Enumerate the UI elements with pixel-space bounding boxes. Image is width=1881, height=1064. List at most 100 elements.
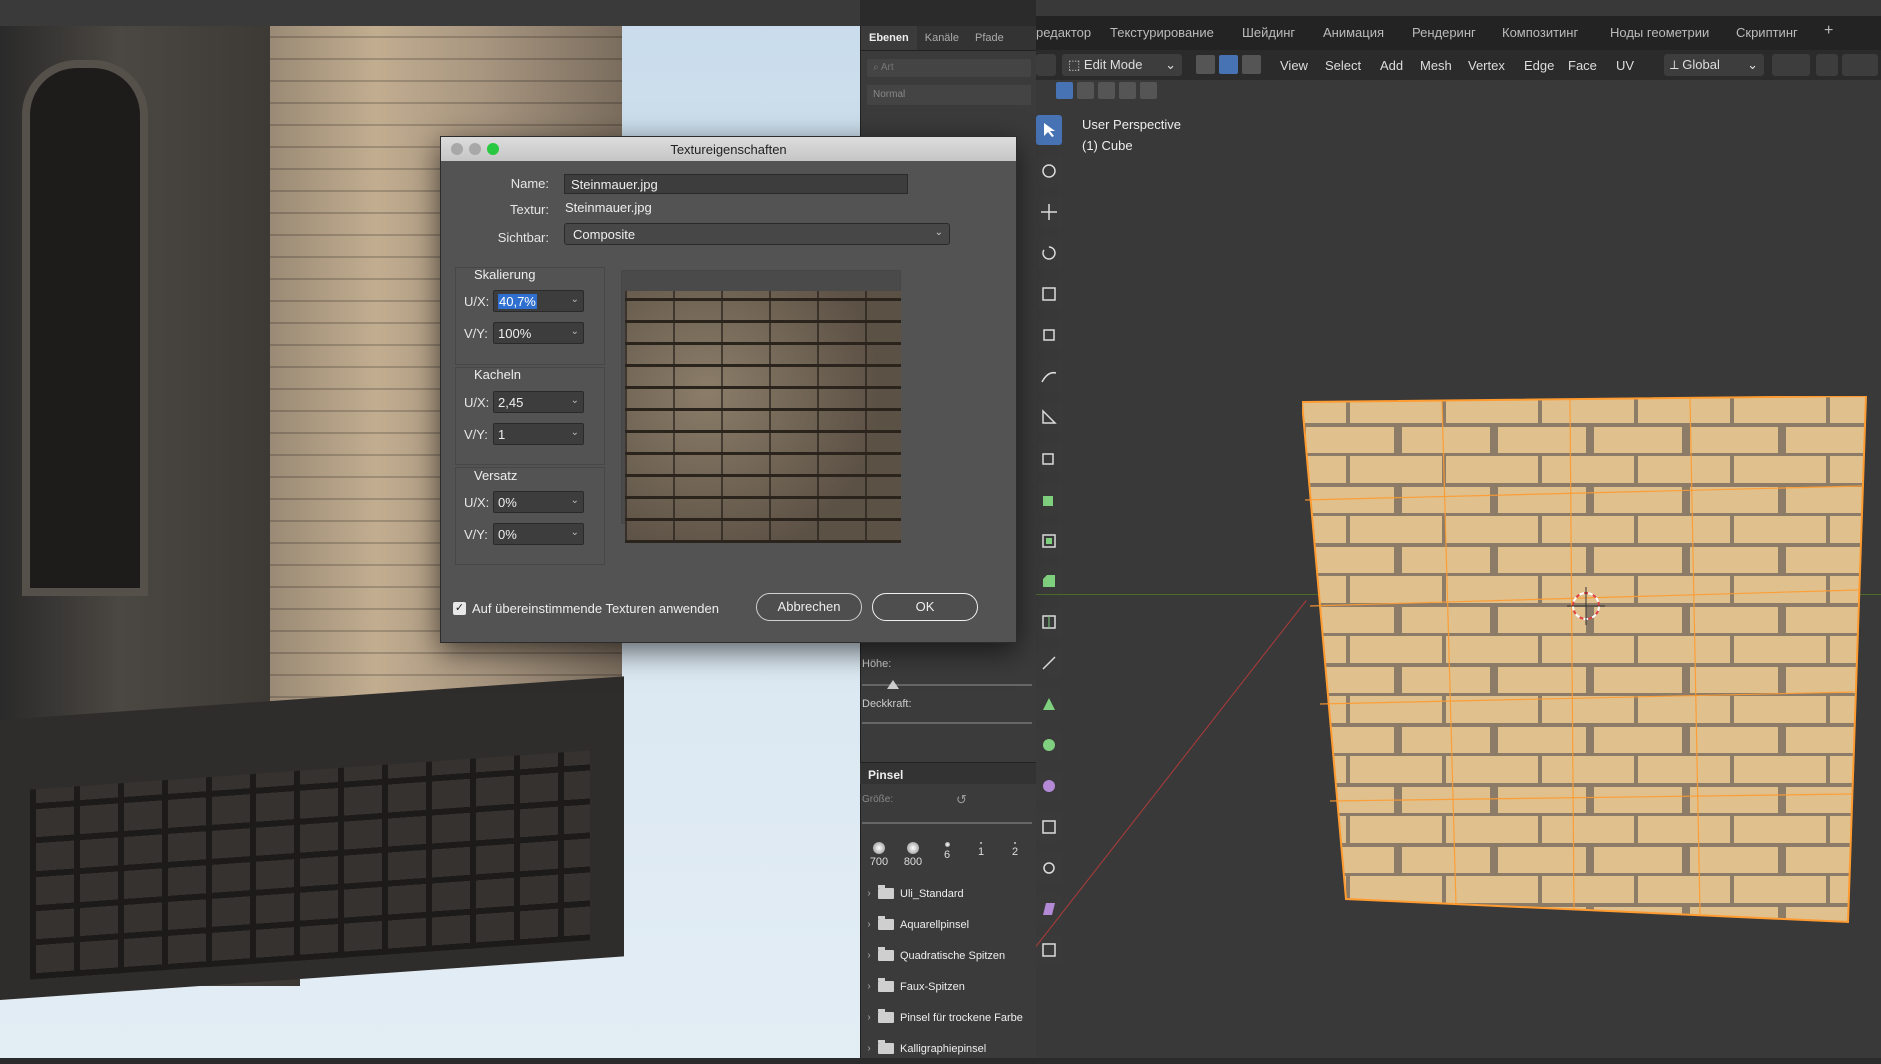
select-difference-mode[interactable] bbox=[1119, 82, 1136, 99]
scaling-vy-input[interactable]: 100% ⌄ bbox=[493, 322, 584, 344]
add-cube-tool[interactable] bbox=[1036, 443, 1062, 473]
brush-preset-size: 1 bbox=[977, 846, 985, 858]
snap-toggle[interactable] bbox=[1816, 54, 1838, 76]
workspace-tab[interactable]: Скриптинг bbox=[1736, 25, 1798, 40]
cursor-tool[interactable] bbox=[1036, 156, 1062, 186]
select-intersect-mode[interactable] bbox=[1140, 82, 1157, 99]
poly-build-tool[interactable] bbox=[1036, 689, 1062, 719]
dialog-titlebar: Textureigenschaften bbox=[441, 137, 1016, 161]
offset-ux-input[interactable]: 0% ⌄ bbox=[493, 491, 584, 513]
spin-tool[interactable] bbox=[1036, 730, 1062, 760]
mode-select[interactable]: ⬚ Edit Mode ⌄ bbox=[1062, 54, 1182, 76]
apply-matching-checkbox[interactable]: ✓ bbox=[453, 602, 466, 615]
brush-folder[interactable]: › Quadratische Spitzen bbox=[862, 940, 1038, 971]
scaling-ux-label: U/X: bbox=[464, 294, 490, 309]
ok-button[interactable]: OK bbox=[872, 593, 978, 621]
layer-filter-input[interactable]: ⌕ Art bbox=[867, 59, 1031, 77]
reset-icon[interactable]: ↺ bbox=[956, 792, 967, 808]
edge-slide-tool[interactable] bbox=[1036, 812, 1062, 842]
editor-type-button[interactable] bbox=[1036, 54, 1056, 76]
rotate-tool[interactable] bbox=[1036, 238, 1062, 268]
inset-tool[interactable] bbox=[1036, 525, 1062, 555]
chevron-down-icon[interactable]: ⌄ bbox=[571, 294, 579, 305]
shrink-fatten-tool[interactable] bbox=[1036, 853, 1062, 883]
chevron-down-icon[interactable]: ⌄ bbox=[571, 495, 579, 506]
annotate-tool[interactable] bbox=[1036, 361, 1062, 391]
select-extend-mode[interactable] bbox=[1077, 82, 1094, 99]
face-select-mode[interactable] bbox=[1242, 55, 1261, 74]
chevron-down-icon[interactable]: ⌄ bbox=[571, 427, 579, 438]
add-menu[interactable]: Add bbox=[1380, 58, 1403, 73]
brush-folder-label: Pinsel für trockene Farbe bbox=[900, 1011, 1023, 1024]
pinsel-section-header[interactable]: Pinsel bbox=[860, 762, 1036, 784]
brush-folder[interactable]: › Aquarellpinsel bbox=[862, 909, 1038, 940]
scaling-ux-input[interactable]: 40,7% ⌄ bbox=[493, 290, 584, 312]
select-tool[interactable] bbox=[1036, 115, 1062, 145]
textured-plane[interactable] bbox=[1302, 396, 1872, 931]
move-tool[interactable] bbox=[1036, 197, 1062, 227]
chevron-down-icon[interactable]: ⌄ bbox=[571, 326, 579, 337]
workspace-tab[interactable]: Шейдинг bbox=[1242, 25, 1295, 40]
workspace-tab[interactable]: редактор bbox=[1036, 25, 1091, 40]
edge-menu[interactable]: Edge bbox=[1524, 58, 1554, 73]
transform-tool[interactable] bbox=[1036, 320, 1062, 350]
tab-kanaele[interactable]: Kanäle bbox=[917, 26, 967, 50]
tiling-vy-label: V/Y: bbox=[464, 427, 488, 442]
workspace-tab[interactable]: Ноды геометрии bbox=[1610, 25, 1709, 40]
chevron-down-icon[interactable]: ⌄ bbox=[571, 395, 579, 406]
pivot-point-select[interactable] bbox=[1772, 54, 1810, 76]
tower-dark-window bbox=[22, 60, 148, 596]
tab-pfade[interactable]: Pfade bbox=[967, 26, 1012, 50]
view-menu[interactable]: View bbox=[1280, 58, 1308, 73]
edit-mode-icon: ⬚ bbox=[1068, 57, 1084, 72]
select-box-mode[interactable] bbox=[1056, 82, 1073, 99]
brush-folder[interactable]: › Faux-Spitzen bbox=[862, 971, 1038, 1002]
knife-tool[interactable] bbox=[1036, 648, 1062, 678]
offset-vy-input[interactable]: 0% ⌄ bbox=[493, 523, 584, 545]
tiling-ux-input[interactable]: 2,45 ⌄ bbox=[493, 391, 584, 413]
bevel-tool[interactable] bbox=[1036, 566, 1062, 596]
brush-preset[interactable]: 6 bbox=[930, 838, 964, 874]
blend-mode-select[interactable]: Normal bbox=[867, 85, 1031, 105]
chevron-down-icon[interactable]: ⌄ bbox=[571, 527, 579, 538]
mesh-menu[interactable]: Mesh bbox=[1420, 58, 1452, 73]
tab-ebenen[interactable]: Ebenen bbox=[861, 26, 917, 50]
cancel-button[interactable]: Abbrechen bbox=[756, 593, 862, 621]
offset-vy-label: V/Y: bbox=[464, 527, 488, 542]
tiling-vy-input[interactable]: 1 ⌄ bbox=[493, 423, 584, 445]
brush-folder[interactable]: › Uli_Standard bbox=[862, 878, 1038, 909]
extrude-tool[interactable] bbox=[1036, 484, 1062, 514]
workspace-tab[interactable]: Анимация bbox=[1323, 25, 1384, 40]
vertex-menu[interactable]: Vertex bbox=[1468, 58, 1505, 73]
brush-preset[interactable]: 700 bbox=[862, 838, 896, 874]
hoehe-slider-thumb[interactable] bbox=[887, 680, 899, 689]
loop-cut-tool[interactable] bbox=[1036, 607, 1062, 637]
visible-select[interactable]: Composite ⌄ bbox=[564, 223, 950, 245]
uv-menu[interactable]: UV bbox=[1616, 58, 1634, 73]
add-workspace-button[interactable]: + bbox=[1824, 22, 1833, 40]
brush-preset[interactable]: 1 bbox=[964, 838, 998, 874]
brush-preset[interactable]: 800 bbox=[896, 838, 930, 874]
workspace-tab[interactable]: Композитинг bbox=[1502, 25, 1578, 40]
name-input[interactable]: Steinmauer.jpg bbox=[564, 174, 908, 194]
transform-orientation-select[interactable]: ⟂ Global ⌄ bbox=[1664, 54, 1764, 76]
scale-tool[interactable] bbox=[1036, 279, 1062, 309]
chevron-right-icon: › bbox=[867, 1043, 871, 1054]
deckkraft-slider[interactable] bbox=[862, 722, 1032, 724]
brush-preset[interactable]: 2 bbox=[998, 838, 1032, 874]
snap-target-select[interactable] bbox=[1842, 54, 1878, 76]
tool-shelf bbox=[1036, 115, 1062, 995]
workspace-tab[interactable]: Рендеринг bbox=[1412, 25, 1476, 40]
select-menu[interactable]: Select bbox=[1325, 58, 1361, 73]
measure-tool[interactable] bbox=[1036, 402, 1062, 432]
brush-folder[interactable]: › Pinsel für trockene Farbe bbox=[862, 1002, 1038, 1033]
face-menu[interactable]: Face bbox=[1568, 58, 1597, 73]
brush-folder[interactable]: › Kalligraphiepinsel bbox=[862, 1033, 1038, 1064]
workspace-tab[interactable]: Текстурирование bbox=[1110, 25, 1214, 40]
size-slider[interactable] bbox=[862, 822, 1032, 824]
select-subtract-mode[interactable] bbox=[1098, 82, 1115, 99]
smooth-tool[interactable] bbox=[1036, 771, 1062, 801]
edge-select-mode[interactable] bbox=[1219, 55, 1238, 74]
shear-tool[interactable] bbox=[1036, 894, 1062, 924]
vertex-select-mode[interactable] bbox=[1196, 55, 1215, 74]
